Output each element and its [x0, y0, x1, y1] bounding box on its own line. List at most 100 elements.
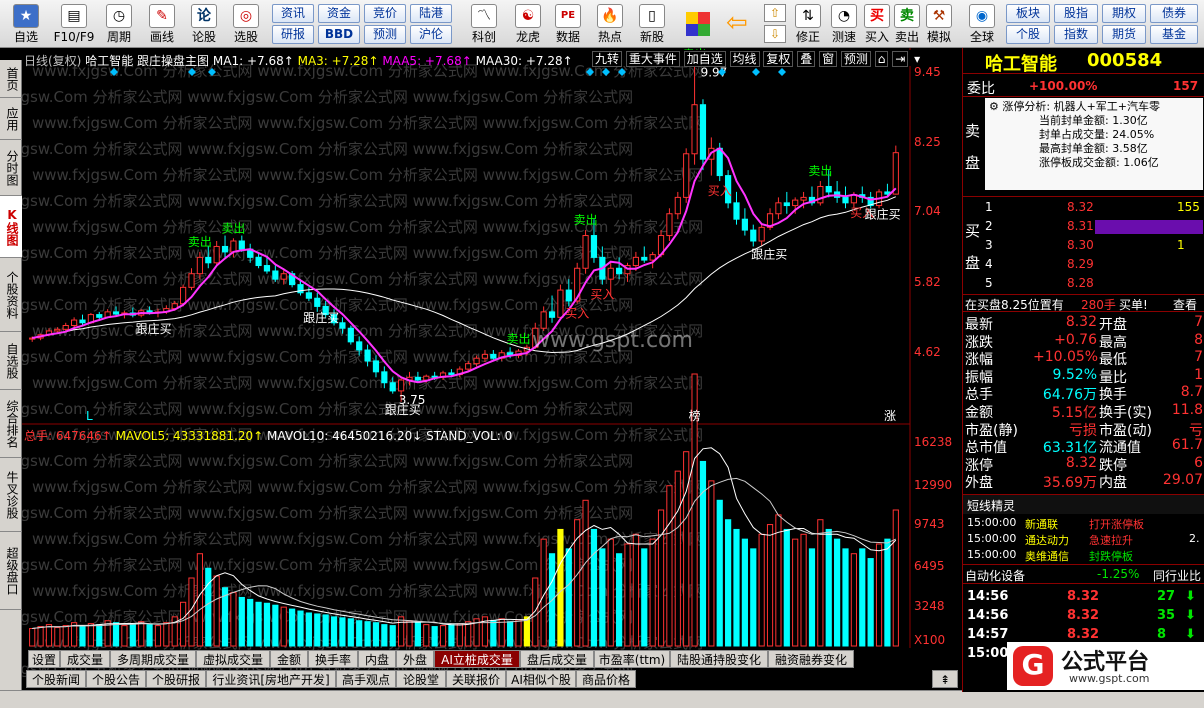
- back-arrow-icon[interactable]: ⇦: [726, 10, 752, 38]
- toolbar-simulate[interactable]: ⚒ 模拟: [922, 2, 956, 46]
- home-icon[interactable]: ⌂: [874, 51, 889, 67]
- nav-kline[interactable]: K线图: [0, 196, 22, 258]
- btn-index-fut[interactable]: 股指: [1054, 4, 1098, 23]
- tab-inner[interactable]: 内盘: [358, 650, 396, 668]
- btn-news[interactable]: 资讯: [272, 4, 314, 23]
- toolbar-draw[interactable]: ✎ 画线: [142, 2, 182, 46]
- tab-expert[interactable]: 高手观点: [336, 670, 396, 688]
- tab-pe-ttm[interactable]: 市盈率(ttm): [594, 650, 670, 668]
- tool-events[interactable]: 重大事件: [625, 51, 680, 67]
- chart-formula[interactable]: 跟庄操盘主图: [137, 54, 209, 68]
- dropdown-icon[interactable]: ▾: [912, 52, 922, 66]
- tool-adjust[interactable]: 复权: [763, 51, 794, 67]
- tab-turnover[interactable]: 换手率: [308, 650, 358, 668]
- nav-ranking[interactable]: 综合排名: [0, 390, 22, 458]
- nav-watchlist[interactable]: 自选股: [0, 332, 22, 390]
- toolbar-sell[interactable]: 卖 卖出: [892, 2, 922, 46]
- bid-row[interactable]: 5 8.28: [963, 274, 1204, 293]
- tab-volume[interactable]: 成交量: [60, 650, 110, 668]
- btn-research[interactable]: 研报: [272, 25, 314, 44]
- toolbar-f10[interactable]: ▤ F10/F9: [50, 2, 98, 46]
- btn-futures[interactable]: 期货: [1102, 25, 1146, 44]
- btn-bbd[interactable]: BBD: [318, 25, 360, 44]
- btn-auction[interactable]: 竞价: [364, 4, 406, 23]
- bid-row[interactable]: 4 8.29: [963, 255, 1204, 274]
- candle-body: [112, 311, 120, 315]
- volume-bar: [515, 619, 522, 647]
- tab-ai-similar[interactable]: AI相似个股: [506, 670, 576, 688]
- elves-row[interactable]: 15:00:00 通达动力 急速拉升 2.: [963, 531, 1204, 547]
- tab-announce[interactable]: 个股公告: [86, 670, 146, 688]
- sector-compare[interactable]: 同行业比: [1153, 567, 1201, 584]
- btn-bonds[interactable]: 债券: [1150, 4, 1198, 23]
- btn-london[interactable]: 沪伦: [410, 25, 452, 44]
- toolbar-buy[interactable]: 买 买入: [862, 2, 892, 46]
- tab-hk-hold[interactable]: 陆股通持股变化: [670, 650, 768, 668]
- chart-period[interactable]: 日线(复权): [24, 54, 81, 68]
- btn-options[interactable]: 期权: [1102, 4, 1146, 23]
- tab-outer[interactable]: 外盘: [396, 650, 434, 668]
- nav-diagnosis[interactable]: 牛叉诊股: [0, 458, 22, 532]
- nav-apps[interactable]: 应用: [0, 98, 22, 140]
- layout-grid-icon[interactable]: [686, 12, 710, 36]
- tab-commodity[interactable]: 商品价格: [576, 670, 636, 688]
- bid-row[interactable]: 3 8.30 1: [963, 236, 1204, 255]
- tab-forum[interactable]: 论股堂: [396, 670, 446, 688]
- toolbar-watchlist[interactable]: ★ 自选: [4, 2, 48, 46]
- btn-funds[interactable]: 资金: [318, 4, 360, 23]
- tab-amount[interactable]: 金额: [270, 650, 308, 668]
- tab-settings[interactable]: 设置: [28, 650, 60, 668]
- btn-sector[interactable]: 板块: [1006, 4, 1050, 23]
- tool-overlay[interactable]: 叠: [797, 51, 816, 67]
- tab-multi-volume[interactable]: 多周期成交量: [110, 650, 196, 668]
- arrow-right-icon[interactable]: ⇥: [892, 51, 909, 67]
- tool-nine[interactable]: 九转: [592, 51, 623, 67]
- nav-profile[interactable]: 个股资料: [0, 258, 22, 332]
- nav-home[interactable]: 首页: [0, 60, 22, 98]
- toolbar-picker[interactable]: ◎ 选股: [226, 2, 266, 46]
- tab-report[interactable]: 个股研报: [146, 670, 206, 688]
- btn-stocks[interactable]: 个股: [1006, 25, 1050, 44]
- bid-row[interactable]: 1 8.32 155: [963, 198, 1204, 217]
- toolbar-hot[interactable]: 🔥 热点: [590, 2, 630, 46]
- btn-indices[interactable]: 指数: [1054, 25, 1098, 44]
- kline-chart[interactable]: www.fxjgsw.Com 分析家公式网 www.fxjgsw.Com 分析家…: [22, 48, 962, 692]
- tab-margin[interactable]: 融资融券变化: [768, 650, 854, 668]
- tab-industry[interactable]: 行业资讯[房地产开发]: [206, 670, 336, 688]
- toolbar-global[interactable]: ◉ 全球: [962, 2, 1002, 46]
- tool-ma[interactable]: 均线: [729, 51, 760, 67]
- tab-related[interactable]: 关联报价: [446, 670, 506, 688]
- tool-window[interactable]: 窗: [819, 51, 838, 67]
- btn-hk[interactable]: 陆港: [410, 4, 452, 23]
- nav-superpanel[interactable]: 超级盘口: [0, 532, 22, 610]
- tick-time: 14:56: [967, 608, 1009, 623]
- tab-virtual-volume[interactable]: 虚拟成交量: [196, 650, 270, 668]
- bid-row[interactable]: 2 8.31: [963, 217, 1204, 236]
- bid-alert-view[interactable]: 查看: [1173, 296, 1197, 313]
- elves-row[interactable]: 15:00:00 奥维通信 封跌停板: [963, 547, 1204, 563]
- toolbar-ipo[interactable]: ▯ 新股: [632, 2, 672, 46]
- nav-timeshare[interactable]: 分时图: [0, 140, 22, 196]
- toolbar-correct[interactable]: ⇅ 修正: [790, 2, 826, 46]
- tab-after-volume[interactable]: 盘后成交量: [520, 650, 594, 668]
- toolbar-data[interactable]: PE 数据: [548, 2, 588, 46]
- tab-news[interactable]: 个股新闻: [26, 670, 86, 688]
- candle-body: [842, 196, 849, 204]
- up-arrow-icon[interactable]: ⇧: [764, 4, 786, 22]
- btn-forecast[interactable]: 预测: [364, 25, 406, 44]
- toolbar-speed[interactable]: ◔ 测速: [826, 2, 862, 46]
- toolbar-star-market[interactable]: 〽 科创: [462, 2, 506, 46]
- toolbar-period[interactable]: ◷ 周期: [98, 2, 140, 46]
- tool-predict[interactable]: 预测: [840, 51, 871, 67]
- elves-row[interactable]: 15:00:00 新通联 打开涨停板: [963, 515, 1204, 531]
- toolbar-discuss[interactable]: 论 论股: [184, 2, 224, 46]
- candle-body: [188, 273, 195, 288]
- btn-funds2[interactable]: 基金: [1150, 25, 1198, 44]
- sector-row[interactable]: 自动化设备 -1.25% 同行业比: [963, 564, 1204, 584]
- collapse-icon[interactable]: ⇞: [932, 670, 958, 688]
- tool-add-watch[interactable]: 加自选: [683, 51, 726, 67]
- down-arrow-icon[interactable]: ⇩: [764, 25, 786, 43]
- toolbar-dragon[interactable]: ☯ 龙虎: [506, 2, 550, 46]
- bid-volume-bar: [1095, 220, 1203, 234]
- tab-ai-volume[interactable]: AI立桩成交量: [434, 650, 520, 668]
